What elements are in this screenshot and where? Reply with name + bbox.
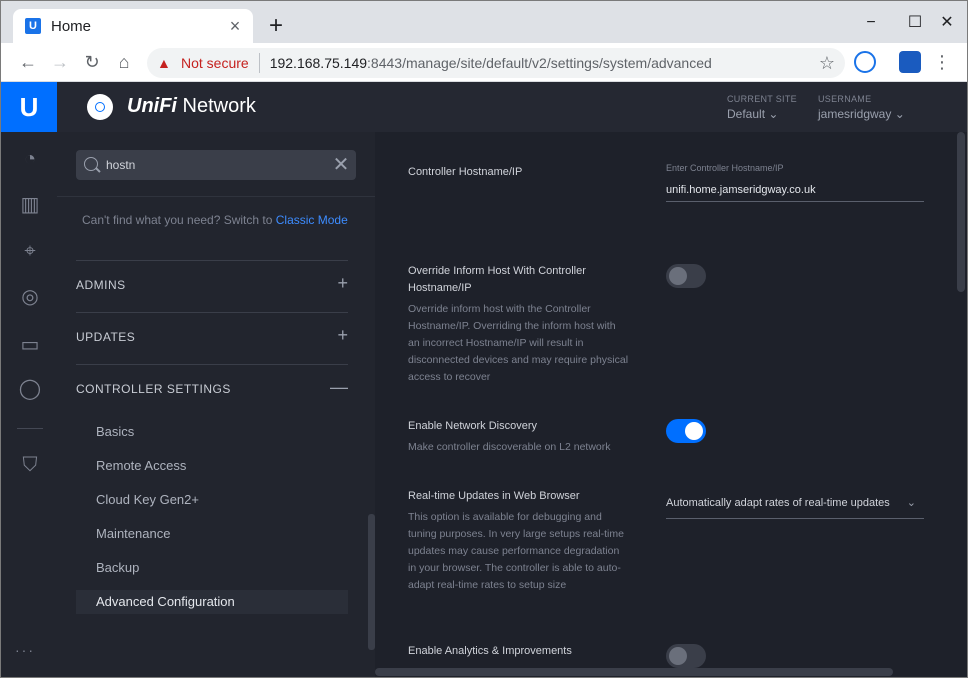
analytics-toggle[interactable]: [666, 644, 706, 668]
close-tab-icon[interactable]: ×: [225, 16, 245, 36]
clear-search-icon[interactable]: ✕: [330, 154, 352, 176]
forward-icon[interactable]: →: [47, 49, 73, 75]
search-input[interactable]: [106, 156, 326, 174]
chevron-down-icon: ⌄: [906, 497, 916, 509]
section-updates[interactable]: UPDATES +: [76, 312, 348, 364]
maximize-icon[interactable]: ☐: [903, 11, 927, 35]
hostname-title: Controller Hostname/IP: [408, 166, 523, 178]
user-menu[interactable]: jamesridgway ⌄: [818, 107, 905, 121]
realtime-updates-select[interactable]: Automatically adapt rates of real-time u…: [666, 489, 924, 519]
unifi-logo-icon[interactable]: U: [1, 82, 57, 132]
statistics-icon[interactable]: ▥: [17, 192, 43, 218]
current-site-label: CURRENT SITE: [727, 94, 797, 104]
dashboard-icon[interactable]: ◔: [17, 146, 43, 172]
unifi-favicon-icon: U: [25, 18, 41, 34]
sidebar-item-cloud-key[interactable]: Cloud Key Gen2+: [76, 488, 348, 512]
analytics-title: Enable Analytics & Improvements: [408, 645, 572, 657]
section-label: CONTROLLER SETTINGS: [76, 382, 231, 396]
menu-kebab-icon[interactable]: ⋮: [929, 49, 955, 75]
devices-icon[interactable]: ◎: [17, 284, 43, 310]
settings-sidebar: ✕ Can't find what you need? Switch to Cl…: [57, 132, 375, 677]
address-bar[interactable]: ▲ Not secure 192.168.75.149:8443/manage/…: [147, 48, 845, 78]
content-scrollbar[interactable]: [957, 132, 965, 292]
override-inform-toggle[interactable]: [666, 264, 706, 288]
collapse-icon: —: [330, 377, 348, 397]
sidebar-item-remote-access[interactable]: Remote Access: [76, 454, 348, 478]
url-path: :8443/manage/site/default/v2/settings/sy…: [367, 55, 712, 71]
network-discovery-title: Enable Network Discovery: [408, 420, 537, 432]
network-discovery-description: Make controller discoverable on L2 netwo…: [408, 441, 611, 453]
search-icon: [84, 157, 98, 171]
settings-search: ✕: [76, 150, 356, 180]
hostname-field-label: Enter Controller Hostname/IP: [666, 163, 784, 173]
horizontal-scrollbar[interactable]: [375, 668, 893, 676]
tab-title: Home: [51, 17, 92, 35]
unifi-network-logo-icon: [87, 94, 113, 120]
sidebar-divider: [57, 196, 375, 197]
warning-icon: ▲: [157, 55, 171, 71]
section-admins[interactable]: ADMINS +: [76, 260, 348, 312]
new-tab-icon[interactable]: +: [263, 13, 289, 39]
extension-icon[interactable]: [899, 51, 921, 73]
app-header: UniFi Network CURRENT SITE Default ⌄ USE…: [57, 82, 967, 132]
realtime-updates-description: This option is available for debugging a…: [408, 511, 624, 591]
override-inform-title: Override Inform Host With Controller Hos…: [408, 265, 586, 294]
browser-toolbar: ← → ↻ ⌂ ▲ Not secure 192.168.75.149:8443…: [1, 43, 967, 82]
section-label: ADMINS: [76, 278, 126, 292]
bookmark-star-icon[interactable]: ☆: [819, 53, 835, 74]
sidebar-item-maintenance[interactable]: Maintenance: [76, 522, 348, 546]
clients-icon[interactable]: ▭: [17, 332, 43, 358]
url-host: 192.168.75.149: [269, 55, 368, 71]
rail-divider: [17, 428, 43, 429]
browser-tab[interactable]: U Home ×: [13, 9, 253, 43]
sidebar-item-basics[interactable]: Basics: [76, 420, 348, 444]
omnibox-divider: [258, 53, 260, 73]
browser-window: U Home × + − ☐ ✕ ← → ↻ ⌂ ▲ Not secure 19…: [0, 0, 968, 678]
insights-icon[interactable]: ◯: [17, 376, 43, 402]
classic-mode-link[interactable]: Classic Mode: [276, 213, 348, 227]
more-icon[interactable]: ···: [15, 642, 43, 658]
sidebar-item-backup[interactable]: Backup: [76, 556, 348, 580]
app-title: UniFi Network: [127, 95, 256, 117]
home-icon[interactable]: ⌂: [111, 49, 137, 75]
classic-mode-hint: Can't find what you need? Switch to Clas…: [82, 213, 348, 227]
override-inform-description: Override inform host with the Controller…: [408, 303, 629, 383]
expand-icon: +: [337, 325, 348, 345]
tab-strip: U Home × + − ☐ ✕: [1, 1, 967, 43]
chevron-down-icon: ⌄: [768, 107, 779, 121]
sidebar-scrollbar[interactable]: [368, 514, 375, 650]
close-window-icon[interactable]: ✕: [935, 11, 959, 35]
back-icon[interactable]: ←: [15, 49, 41, 75]
current-site-selector[interactable]: Default ⌄: [727, 107, 778, 121]
reload-icon[interactable]: ↻: [79, 49, 105, 75]
shield-icon[interactable]: ⛉: [17, 452, 43, 478]
realtime-updates-title: Real-time Updates in Web Browser: [408, 490, 580, 502]
unifi-app: U ◔ ▥ ⌖ ◎ ▭ ◯ ⛉ ··· UniFi Network CURREN…: [1, 82, 967, 677]
settings-content: Controller Hostname/IP Enter Controller …: [375, 132, 967, 677]
nav-rail: U ◔ ▥ ⌖ ◎ ▭ ◯ ⛉ ···: [1, 82, 57, 677]
hostname-input[interactable]: [666, 178, 924, 202]
sidebar-item-advanced-configuration[interactable]: Advanced Configuration: [76, 590, 348, 614]
section-controller-settings[interactable]: CONTROLLER SETTINGS —: [76, 364, 348, 416]
minimize-icon[interactable]: −: [859, 11, 883, 35]
network-discovery-toggle[interactable]: [666, 419, 706, 443]
expand-icon: +: [337, 273, 348, 293]
realtime-updates-value: Automatically adapt rates of real-time u…: [666, 497, 890, 509]
section-label: UPDATES: [76, 330, 136, 344]
chevron-down-icon: ⌄: [894, 107, 905, 121]
not-secure-label: Not secure: [181, 55, 249, 71]
map-icon[interactable]: ⌖: [17, 238, 43, 264]
password-manager-extension-icon[interactable]: [854, 51, 876, 73]
username-label: USERNAME: [818, 94, 872, 104]
